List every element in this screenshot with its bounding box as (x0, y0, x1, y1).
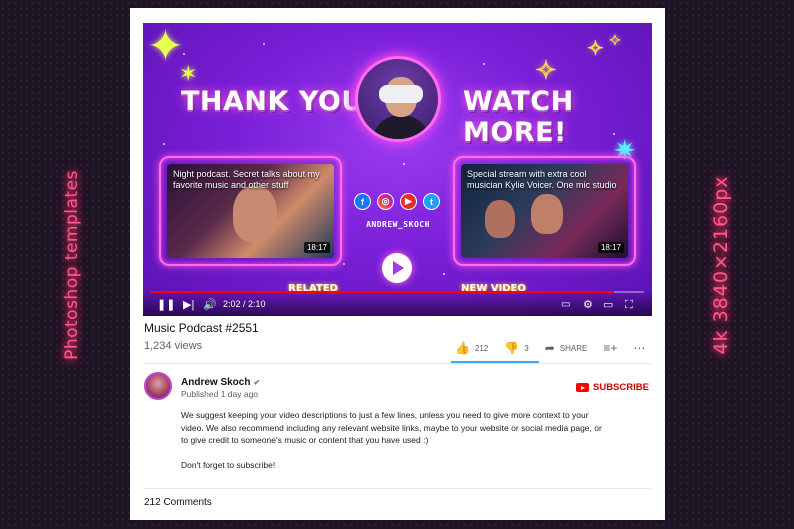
side-label-left: Photoshop templates (62, 170, 82, 360)
star-dot (403, 163, 405, 165)
channel-handle: ANDREW_SKOCH (366, 220, 430, 229)
save-to-playlist-button[interactable]: ≡+ (603, 341, 617, 355)
fullscreen-icon[interactable]: ⛶ (625, 299, 633, 311)
play-icon (393, 261, 404, 275)
share-label: SHARE (559, 343, 588, 353)
duration-badge: 18:17 (597, 242, 624, 253)
video-thumbnail: Night podcast. Secret talks about my fav… (167, 164, 334, 258)
channel-name-row[interactable]: Andrew Skoch ✔ (181, 377, 260, 388)
thumbnail-face (531, 194, 563, 234)
dislike-count: 3 (524, 343, 529, 353)
duration-badge: 18:17 (303, 242, 330, 253)
side-label-right: 4k 3840×2160px (710, 175, 732, 355)
star-dot (483, 63, 485, 65)
related-video-card[interactable]: Night podcast. Secret talks about my fav… (159, 156, 342, 266)
pause-icon[interactable]: ❚❚ (157, 299, 175, 311)
time-display: 2:02 / 2:10 (223, 299, 266, 309)
channel-avatar[interactable] (144, 372, 172, 400)
description-paragraph: Don't forget to subscribe! (181, 459, 276, 470)
thumbnail-face (485, 200, 515, 238)
channel-name: Andrew Skoch (181, 377, 251, 388)
video-player[interactable]: ✦ ✶ ✧ ✧ ✦ ✷ THANK YOU! WATCH MORE! Night… (143, 23, 652, 316)
player-controls: ❚❚ ▶| 🔊 2:02 / 2:10 ▭ ⚙ ▭ ⛶ (143, 290, 652, 316)
more-button[interactable]: ⋯ (633, 341, 645, 355)
published-date: Published 1 day ago (181, 389, 259, 399)
captions-icon[interactable]: ▭ (561, 299, 570, 311)
headline-thank-you: THANK YOU! (181, 86, 377, 117)
social-links: f ◎ ▶ t (354, 193, 440, 210)
video-thumbnail: Special stream with extra cool musician … (461, 164, 628, 258)
settings-icon[interactable]: ⚙ (583, 299, 593, 311)
twitter-icon[interactable]: t (423, 193, 440, 210)
miniplayer-icon[interactable]: ▭ (603, 299, 613, 311)
thumbnail-face (233, 186, 277, 242)
vr-person-body (372, 115, 430, 139)
channel-avatar-vr (355, 56, 441, 142)
thumbnail-title: Night podcast. Secret talks about my fav… (173, 169, 320, 190)
new-video-card[interactable]: Special stream with extra cool musician … (453, 156, 636, 266)
thumbs-up-icon: 👍 (455, 341, 470, 355)
sparkle-icon: ✶ (179, 61, 198, 86)
share-button[interactable]: ➦ SHARE (545, 341, 588, 355)
description-paragraph: We suggest keeping your video descriptio… (181, 410, 602, 445)
volume-icon[interactable]: 🔊 (203, 299, 217, 311)
youtube-icon[interactable]: ▶ (400, 193, 417, 210)
divider (144, 488, 651, 489)
progress-bar[interactable] (151, 291, 644, 293)
play-button[interactable] (382, 253, 412, 283)
view-count: 1,234 views (144, 340, 203, 352)
next-icon[interactable]: ▶| (183, 299, 194, 311)
playlist-add-icon: ≡+ (603, 341, 618, 355)
progress-fill (151, 291, 615, 293)
star-dot (163, 143, 165, 145)
comment-count: 212 Comments (144, 497, 212, 508)
video-actions: 👍 212 👎 3 ➦ SHARE ≡+ ⋯ (455, 341, 661, 355)
divider (144, 363, 651, 364)
star-dot (343, 263, 345, 265)
headline-watch-more: WATCH MORE! (463, 86, 574, 148)
dislike-button[interactable]: 👎 3 (504, 341, 528, 355)
video-title: Music Podcast #2551 (144, 321, 259, 335)
vr-goggles-icon (379, 85, 423, 103)
facebook-icon[interactable]: f (354, 193, 371, 210)
subscribe-label: SUBSCRIBE (593, 382, 649, 393)
thumbnail-title: Special stream with extra cool musician … (467, 169, 617, 190)
sparkle-icon: ✧ (535, 55, 558, 85)
instagram-icon[interactable]: ◎ (377, 193, 394, 210)
verified-icon: ✔ (253, 378, 261, 387)
star-dot (443, 273, 445, 275)
sparkle-icon: ✦ (609, 32, 622, 48)
subscribe-button[interactable]: SUBSCRIBE (576, 382, 649, 393)
video-description: We suggest keeping your video descriptio… (181, 409, 611, 483)
video-page-card: ✦ ✶ ✧ ✧ ✦ ✷ THANK YOU! WATCH MORE! Night… (130, 8, 665, 520)
sparkle-icon: ✧ (587, 38, 605, 60)
like-button[interactable]: 👍 212 (455, 341, 488, 355)
thumbs-down-icon: 👎 (504, 341, 520, 355)
youtube-logo-icon (576, 383, 589, 392)
like-count: 212 (474, 343, 489, 353)
star-dot (263, 43, 265, 45)
share-icon: ➦ (544, 341, 555, 355)
more-icon: ⋯ (633, 341, 646, 355)
